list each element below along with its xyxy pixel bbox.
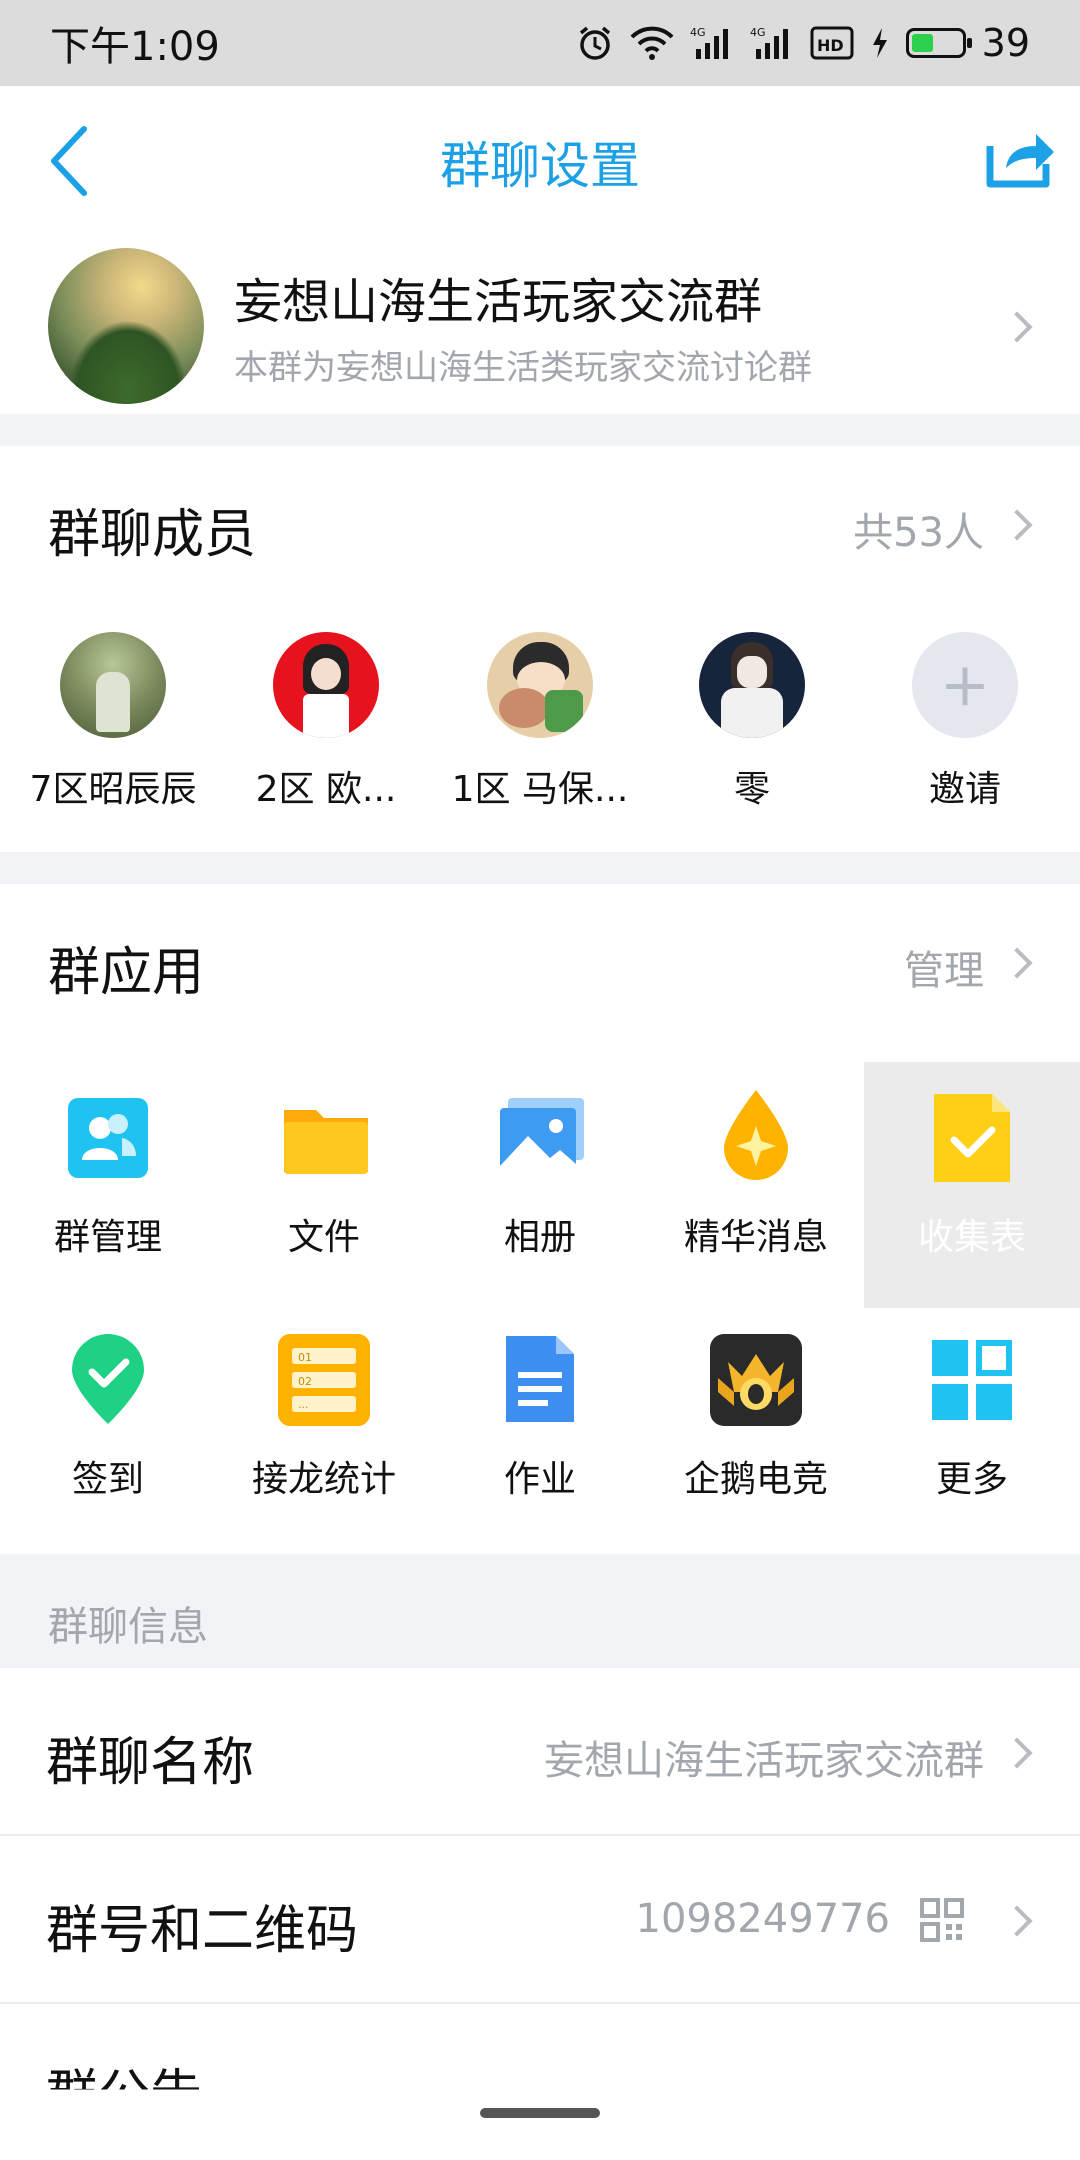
app-label: 相册	[503, 1217, 576, 1258]
app-essence-messages[interactable]: 精华消息	[648, 1090, 864, 1260]
app-label: 群管理	[53, 1217, 162, 1258]
chevron-right-icon	[1001, 1905, 1033, 1937]
app-label: 接龙统计	[251, 1459, 396, 1500]
invite-label: 邀请	[928, 769, 1001, 810]
member-name: 2区 欧...	[255, 769, 397, 810]
app-label: 文件	[287, 1217, 360, 1258]
wifi-icon	[630, 26, 674, 60]
manage-link[interactable]: 管理	[904, 938, 984, 996]
app-album[interactable]: 相册	[432, 1096, 648, 1260]
app-label: 签到	[71, 1459, 144, 1500]
apps-title: 群应用	[48, 943, 205, 1003]
member-avatar	[60, 632, 166, 738]
group-id-row[interactable]: 群号和二维码 1098249776	[0, 1836, 1080, 2004]
member-avatar	[273, 632, 379, 738]
member-avatar	[487, 632, 593, 738]
battery-icon	[905, 28, 972, 58]
svg-text:...: ...	[298, 1398, 309, 1411]
album-icon	[498, 1096, 584, 1180]
group-name-label: 群聊名称	[46, 1733, 255, 1793]
app-group-manage[interactable]: 群管理	[0, 1096, 216, 1260]
member-name: 7区昭辰辰	[29, 769, 197, 810]
member-item[interactable]: 1区 马保...	[440, 632, 640, 812]
member-avatar	[699, 632, 805, 738]
checkin-icon	[66, 1334, 150, 1424]
app-checkin[interactable]: 签到	[0, 1334, 216, 1502]
alarm-icon	[579, 26, 610, 60]
member-name: 1区 马保...	[451, 769, 629, 810]
app-homework[interactable]: 作业	[432, 1336, 648, 1502]
hd-icon: HD	[810, 26, 854, 60]
members-section: 群聊成员 共53人 7区昭辰辰 2区 欧... 1区 马保... 零 + 邀请	[0, 446, 1080, 852]
group-id-label: 群号和二维码	[46, 1901, 359, 1961]
invite-member-button[interactable]: + 邀请	[865, 632, 1065, 812]
signal-icon: 4G	[690, 26, 728, 59]
qr-code-icon	[920, 1898, 964, 1942]
app-penguin-esports[interactable]: 企鹅电竞	[648, 1334, 864, 1502]
chevron-right-icon	[1001, 1737, 1033, 1769]
group-profile-card[interactable]: 妄想山海生活玩家交流群 本群为妄想山海生活类玩家交流讨论群	[0, 236, 1080, 414]
member-item[interactable]: 2区 欧...	[226, 632, 426, 812]
penguin-esports-icon	[710, 1334, 802, 1426]
page-title: 群聊设置	[440, 137, 640, 195]
signal-icon-2: 4G	[750, 26, 788, 59]
collect-form-icon	[930, 1094, 1014, 1182]
svg-text:4G: 4G	[690, 26, 706, 39]
solitaire-icon: 01 02...	[278, 1334, 370, 1426]
group-info-title: 群聊信息	[48, 1604, 208, 1650]
charging-icon	[872, 28, 887, 58]
app-label: 更多	[935, 1459, 1008, 1500]
svg-text:4G: 4G	[750, 26, 766, 39]
app-file[interactable]: 文件	[216, 1096, 432, 1260]
group-description: 本群为妄想山海生活类玩家交流讨论群	[234, 348, 812, 388]
share-icon[interactable]	[984, 124, 1058, 190]
member-count[interactable]: 共53人	[853, 500, 984, 558]
member-item[interactable]: 7区昭辰辰	[13, 632, 213, 812]
group-name-row[interactable]: 群聊名称 妄想山海生活玩家交流群	[0, 1668, 1080, 1836]
group-avatar	[48, 248, 204, 404]
group-apps-section: 群应用 管理 群管理 文件 相册 精华消息 收集表 签到 01 02 ... 接…	[0, 884, 1080, 1554]
homework-icon	[498, 1336, 582, 1422]
member-item[interactable]: 零	[652, 632, 852, 812]
group-name-value: 妄想山海生活玩家交流群	[544, 1738, 984, 1784]
app-label: 企鹅电竞	[683, 1459, 828, 1500]
folder-icon	[282, 1096, 368, 1180]
svg-text:01: 01	[298, 1351, 312, 1364]
group-announcement-row[interactable]: 群公告	[0, 2004, 1080, 2160]
more-apps-icon	[930, 1338, 1014, 1422]
group-info-header: 群聊信息	[0, 1554, 1080, 1668]
status-icons: 4G 4G HD 39	[576, 21, 1030, 65]
plus-icon: +	[912, 632, 1018, 738]
app-label: 作业	[503, 1459, 576, 1500]
svg-text:02: 02	[298, 1375, 312, 1388]
chevron-right-icon	[1001, 311, 1033, 343]
chevron-right-icon[interactable]	[1001, 947, 1033, 979]
essence-icon	[714, 1090, 798, 1180]
home-indicator[interactable]	[480, 2108, 600, 2118]
group-manage-icon	[66, 1096, 150, 1180]
app-solitaire-stats[interactable]: 01 02... 接龙统计	[216, 1334, 432, 1502]
app-more[interactable]: 更多	[864, 1338, 1080, 1502]
group-announcement-label: 群公告	[46, 2065, 203, 2125]
members-title: 群聊成员	[48, 505, 257, 565]
svg-text:HD: HD	[817, 36, 844, 55]
app-collect-form[interactable]: 收集表	[864, 1062, 1080, 1308]
app-label: 精华消息	[683, 1217, 828, 1258]
top-nav-bar: 群聊设置	[0, 86, 1080, 236]
chevron-right-icon[interactable]	[1001, 509, 1033, 541]
app-label: 收集表	[917, 1217, 1026, 1258]
group-id-value: 1098249776	[635, 1896, 891, 1942]
member-name: 零	[733, 769, 770, 810]
status-time: 下午1:09	[50, 24, 220, 70]
status-bar: 下午1:09 4G 4G HD 39	[0, 0, 1080, 86]
group-name: 妄想山海生活玩家交流群	[234, 274, 763, 330]
battery-level: 39	[981, 21, 1030, 65]
